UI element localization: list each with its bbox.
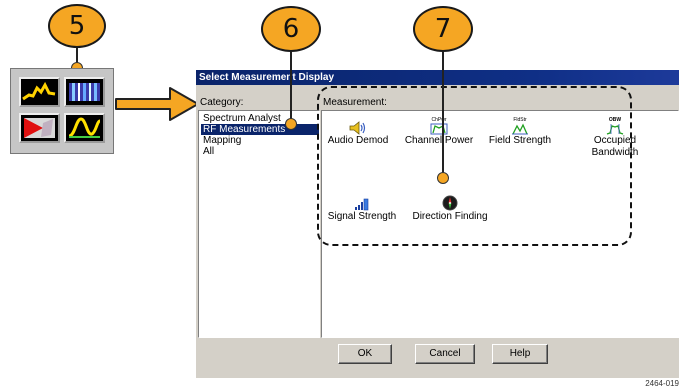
category-label: Category:: [200, 97, 244, 108]
measurement-highlight-outline: [317, 86, 632, 246]
callout-7-leader: [442, 52, 444, 176]
cancel-button[interactable]: Cancel: [415, 344, 475, 364]
callout-7: 7: [413, 6, 473, 52]
pointer-arrow-icon: [115, 87, 199, 121]
category-item-rf-measurements[interactable]: RF Measurements: [201, 124, 319, 135]
rf-measurement-display-button[interactable]: [64, 113, 105, 143]
callout-6-leader: [290, 52, 292, 122]
callout-6-dot: [285, 118, 297, 130]
rf-measurement-icon: [68, 117, 101, 138]
dialog-title: Select Measurement Display: [196, 70, 679, 85]
display-toolbar: [10, 68, 114, 154]
ok-button[interactable]: OK: [338, 344, 392, 364]
category-item-spectrum-analyst[interactable]: Spectrum Analyst: [201, 113, 281, 124]
callout-5: 5: [48, 4, 106, 48]
callout-6: 6: [261, 6, 321, 52]
mapping-display-button[interactable]: [19, 113, 60, 143]
category-item-mapping[interactable]: Mapping: [201, 135, 241, 146]
figure-number: 2464-019: [645, 379, 679, 388]
spectrogram-display-button[interactable]: [64, 77, 105, 107]
callout-7-dot: [437, 172, 449, 184]
category-list[interactable]: Spectrum Analyst RF Measurements Mapping…: [198, 110, 320, 338]
map-marker-icon: [24, 118, 55, 138]
category-item-all[interactable]: All: [201, 146, 214, 157]
spectrum-trace-icon: [22, 81, 56, 101]
spectrum-display-button[interactable]: [19, 77, 60, 107]
spectrogram-icon: [69, 83, 100, 101]
help-button[interactable]: Help: [492, 344, 548, 364]
